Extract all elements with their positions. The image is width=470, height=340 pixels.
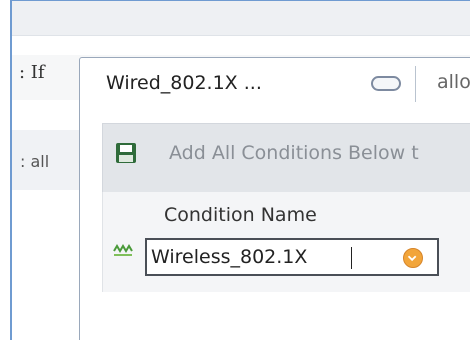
- condition-popup: Wired_802.1X ... allo Add All Conditions…: [79, 57, 470, 340]
- field-divider: [415, 66, 416, 102]
- add-all-conditions-label[interactable]: Add All Conditions Below t: [169, 142, 419, 164]
- next-field-partial[interactable]: allo: [437, 71, 470, 93]
- if-label: : If: [19, 62, 45, 83]
- condition-name-field[interactable]: [145, 238, 439, 276]
- minimize-button[interactable]: [371, 76, 401, 91]
- dropdown-button[interactable]: [403, 248, 423, 268]
- policy-editor-view: : If : all Wired_802.1X ... allo Add All…: [0, 0, 470, 340]
- continuation-label: : all: [20, 152, 50, 171]
- condition-name-header: Condition Name: [164, 204, 317, 226]
- text-cursor: [351, 247, 352, 269]
- policy-header-band: [12, 1, 470, 36]
- conditions-area: Condition Name: [102, 192, 470, 292]
- save-icon[interactable]: [115, 142, 137, 164]
- condition-drag-icon[interactable]: [113, 244, 133, 258]
- conditions-toolbar: Add All Conditions Below t: [102, 123, 470, 193]
- popup-title: Wired_802.1X ...: [106, 72, 262, 94]
- condition-name-input[interactable]: [151, 244, 371, 270]
- corner-marker: .: [2, 335, 5, 340]
- chevron-down-icon: [407, 255, 417, 262]
